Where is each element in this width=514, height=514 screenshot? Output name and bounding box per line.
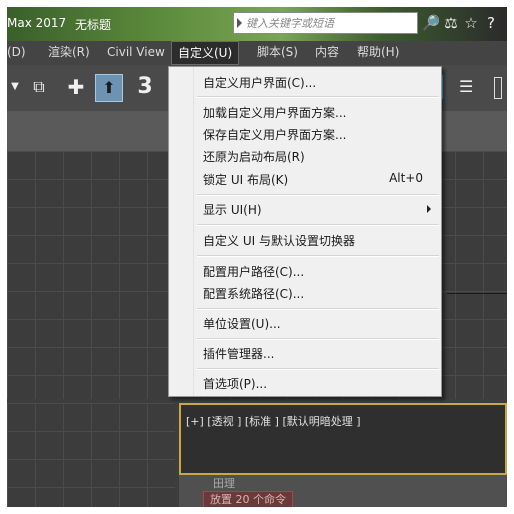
star-icon[interactable]: ☆ [461, 11, 481, 35]
search-input[interactable] [246, 14, 414, 32]
menu-item-render[interactable]: 渲染(R) [48, 41, 90, 65]
menu-item-revert-startup-layout[interactable]: 还原为启动布局(R) [203, 148, 305, 165]
menu-item-help[interactable]: 帮助(H) [357, 41, 399, 65]
customize-dropdown-menu: 自定义用户界面(C)... 加载自定义用户界面方案... 保存自定义用户界面方案… [168, 66, 442, 397]
viewport-divider [447, 293, 507, 294]
viewport-bottom-left[interactable] [7, 403, 175, 507]
menu-gutter [169, 67, 194, 396]
menu-separator [197, 224, 439, 226]
menu-item-save-ui-scheme[interactable]: 保存自定义用户界面方案... [203, 126, 346, 143]
menu-separator [197, 368, 439, 370]
menu-item-content[interactable]: 内容 [315, 41, 339, 65]
max-window: Max 2017 无标题 🔎 ⚖ ☆ ? (D) 渲染(R) Civil Vie… [7, 7, 507, 507]
link-bind-icon[interactable]: ⧉ [25, 74, 53, 102]
menu-item-configure-system-paths[interactable]: 配置系统路径(C)... [203, 285, 304, 302]
menu-bar: (D) 渲染(R) Civil View 自定义(U) 脚本(S) 内容 帮助(… [7, 41, 507, 66]
app-title: Max 2017 [7, 16, 67, 30]
menu-item-script[interactable]: 脚本(S) [257, 41, 298, 65]
menu-separator [197, 338, 439, 340]
menu-item-customize-ui[interactable]: 自定义用户界面(C)... [203, 74, 316, 91]
menu-separator [197, 255, 439, 257]
title-bar: Max 2017 无标题 🔎 ⚖ ☆ ? [7, 7, 507, 41]
bottom-text: 田理 [213, 477, 235, 490]
command-badge: 放置 20 个命令 [203, 491, 293, 507]
menu-item-configure-user-paths[interactable]: 配置用户路径(C)... [203, 263, 304, 280]
menu-separator [197, 308, 439, 310]
menu-separator [197, 96, 439, 98]
viewport-perspective[interactable]: [+] [透视 ] [标准 ] [默认明暗处理 ] [179, 403, 507, 475]
menu-item-preferences[interactable]: 首选项(P)... [203, 375, 267, 392]
search-box[interactable] [233, 12, 418, 34]
menu-separator [197, 194, 439, 196]
menu-item-customize[interactable]: 自定义(U) [171, 41, 240, 65]
layer-icon[interactable] [494, 77, 502, 99]
menu-item-ui-defaults-switcher[interactable]: 自定义 UI 与默认设置切换器 [203, 232, 355, 249]
menu-item-show-ui[interactable]: 显示 UI(H) [203, 201, 262, 218]
binoculars-icon[interactable]: 🔎 [421, 11, 441, 35]
viewport-label[interactable]: [+] [透视 ] [标准 ] [默认明暗处理 ] [186, 413, 361, 429]
move-icon[interactable]: ✚ [62, 74, 90, 102]
menu-item-lock-ui-layout[interactable]: 锁定 UI 布局(K) [203, 171, 288, 188]
search-expand-icon[interactable] [237, 18, 242, 28]
subscription-icon[interactable]: ⚖ [441, 11, 461, 35]
menu-item-load-ui-scheme[interactable]: 加载自定义用户界面方案... [203, 104, 346, 121]
shortcut-lock-ui: Alt+0 [389, 171, 423, 185]
bottom-panel: 田理 放置 20 个命令 [179, 475, 507, 507]
menu-item-d[interactable]: (D) [7, 41, 26, 65]
snap-3d-label: 3 [137, 74, 153, 99]
menu-item-units-setup[interactable]: 单位设置(U)... [203, 315, 281, 332]
menu-item-civil-view[interactable]: Civil View [107, 41, 165, 65]
snap-3d-icon[interactable]: 3 [131, 74, 159, 102]
menu-item-plugin-manager[interactable]: 插件管理器... [203, 345, 274, 362]
submenu-arrow-icon [427, 205, 431, 213]
align-icon[interactable]: ☰ [459, 77, 473, 96]
help-icon[interactable]: ? [481, 11, 501, 35]
select-pointer-icon[interactable]: ⬆ [95, 74, 123, 102]
document-title: 无标题 [75, 18, 112, 32]
